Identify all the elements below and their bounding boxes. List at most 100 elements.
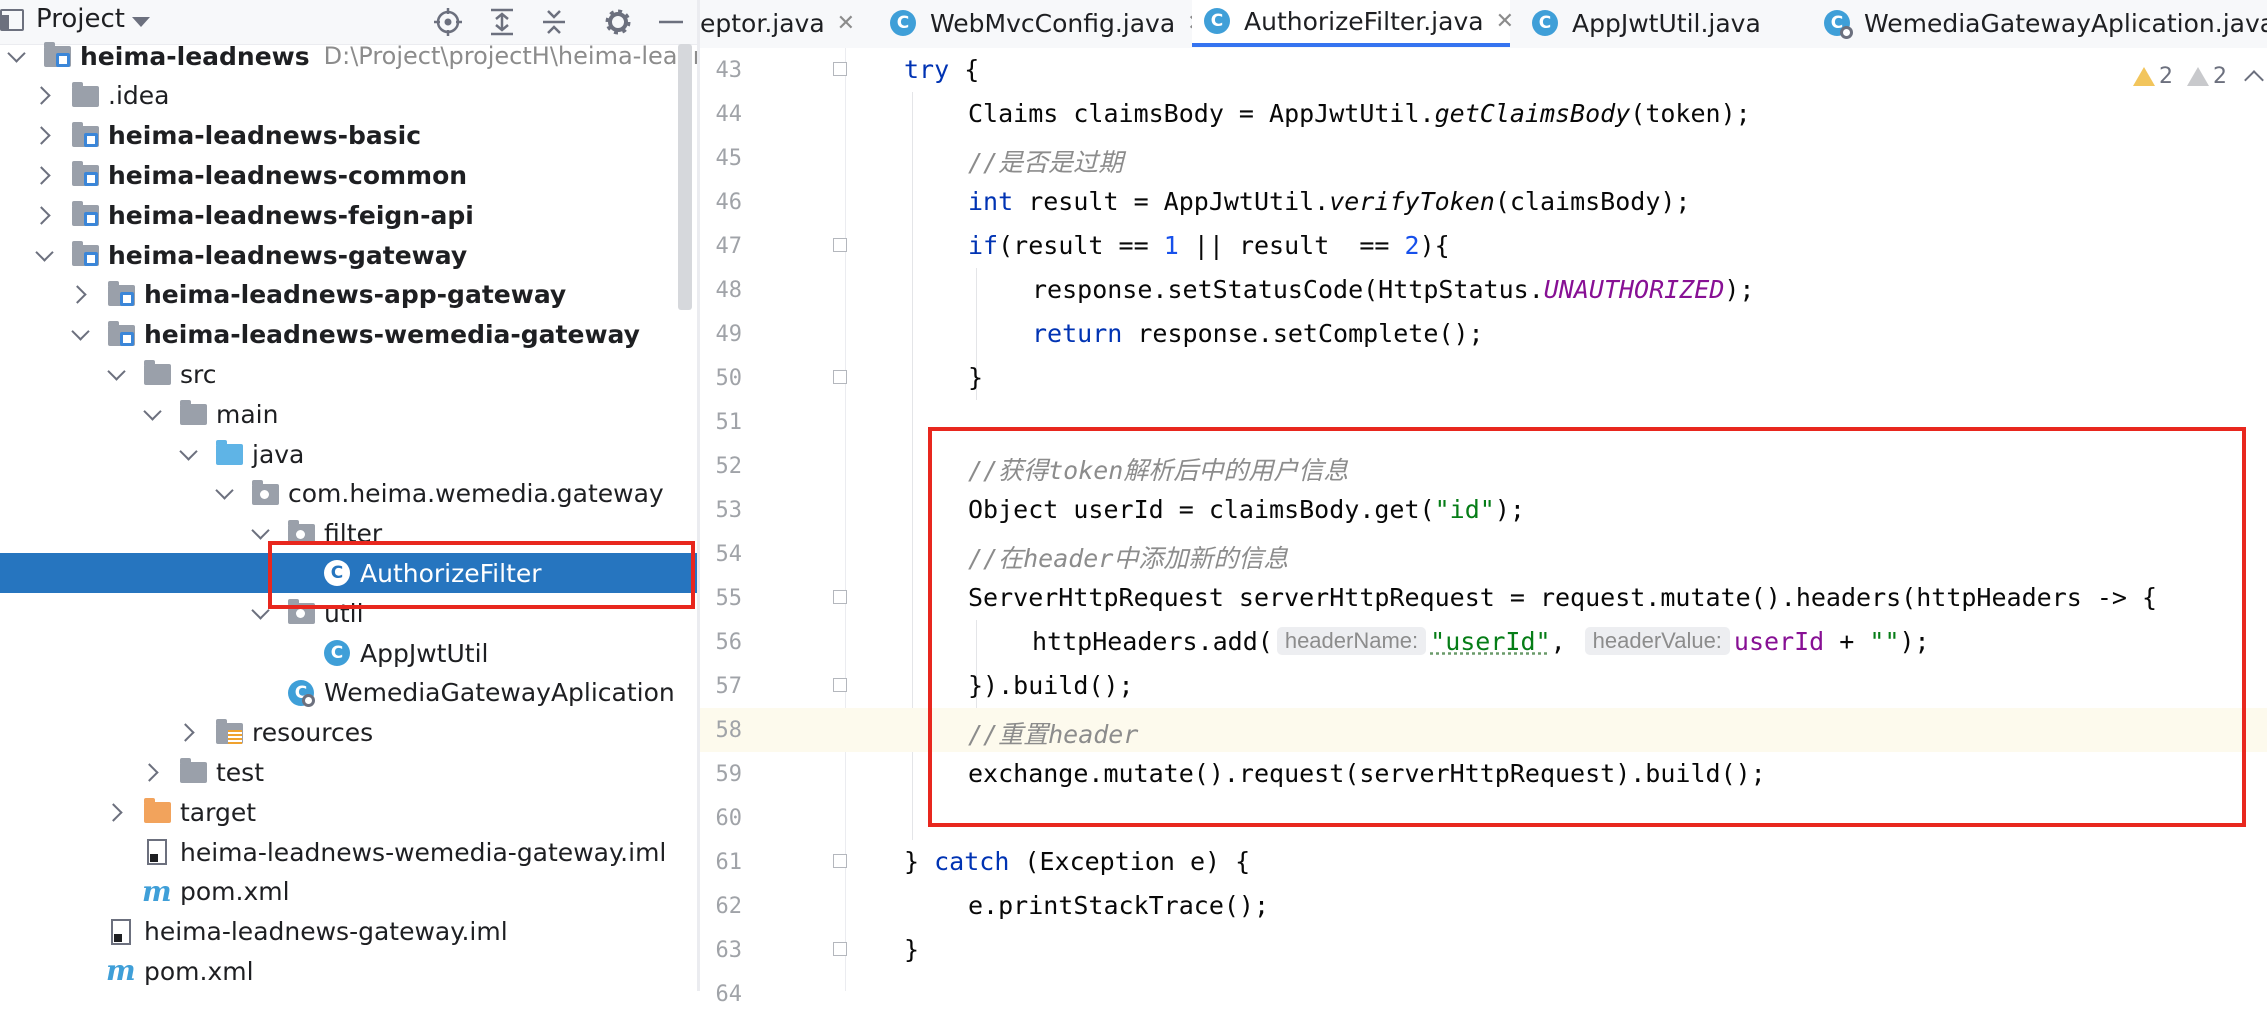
editor-tab[interactable]: C AuthorizeFilter.java ✕ bbox=[1192, 0, 1514, 47]
line-number[interactable]: 45 bbox=[700, 146, 743, 171]
line-number[interactable]: 53 bbox=[700, 498, 743, 523]
line-number[interactable]: 46 bbox=[700, 190, 743, 215]
line-number[interactable]: 50 bbox=[700, 366, 743, 391]
code-line[interactable]: 50} bbox=[700, 356, 2267, 400]
tree-node[interactable]: C WemediaGatewayAplication bbox=[0, 673, 697, 713]
fold-marker-icon[interactable] bbox=[833, 590, 847, 604]
code-line[interactable]: 56 httpHeaders.add(headerName: "userId", h… bbox=[700, 620, 2267, 664]
tree-node[interactable]: test bbox=[0, 752, 697, 792]
line-number[interactable]: 62 bbox=[700, 894, 743, 919]
code-editor[interactable]: 43 try {44 Claims claimsBody = AppJwtUtil.… bbox=[700, 48, 2267, 1007]
editor-tab[interactable]: C AppJwtUtil.java bbox=[1520, 0, 1802, 47]
line-number[interactable]: 56 bbox=[700, 630, 743, 655]
tree-node[interactable]: heima-leadnews-gateway bbox=[0, 235, 697, 275]
code-line[interactable]: 43 try { bbox=[700, 48, 2267, 92]
warnings-indicator[interactable]: 2 bbox=[2133, 64, 2173, 89]
code-line[interactable]: 59 exchange.mutate().request(serverHttpRe… bbox=[700, 752, 2267, 796]
line-number[interactable]: 64 bbox=[700, 982, 743, 1007]
tree-node[interactable]: heima-leadnews-wemedia-gateway.iml bbox=[0, 832, 697, 872]
editor-tab[interactable]: C WemediaGatewayAplication.java bbox=[1812, 0, 2267, 47]
tree-node[interactable]: heima-leadnews-wemedia-gateway bbox=[0, 315, 697, 355]
project-panel-title[interactable]: Project bbox=[36, 4, 125, 34]
chevron-right-icon[interactable] bbox=[68, 275, 92, 315]
chevron-down-icon[interactable] bbox=[176, 434, 200, 474]
line-number[interactable]: 54 bbox=[700, 542, 743, 567]
code-line[interactable]: 60 bbox=[700, 796, 2267, 840]
gear-icon[interactable] bbox=[602, 6, 634, 38]
editor-tab[interactable]: CWebMvcConfig.java✕ bbox=[878, 0, 1206, 47]
tree-node[interactable]: heima-leadnews-gateway.iml bbox=[0, 912, 697, 952]
tree-node[interactable]: util bbox=[0, 593, 697, 633]
chevron-right-icon[interactable] bbox=[32, 116, 56, 156]
close-icon[interactable]: ✕ bbox=[837, 11, 855, 36]
tree-node[interactable]: main bbox=[0, 394, 697, 434]
chevron-down-icon[interactable] bbox=[248, 593, 272, 633]
tree-node[interactable]: heima-leadnews-basic bbox=[0, 116, 697, 156]
code-line[interactable]: 48 response.setStatusCode(HttpStatus.UNAU… bbox=[700, 268, 2267, 312]
fold-marker-icon[interactable] bbox=[833, 62, 847, 76]
code-line[interactable]: 61} catch (Exception e) { bbox=[700, 840, 2267, 884]
fold-marker-icon[interactable] bbox=[833, 370, 847, 384]
tree-node[interactable]: target bbox=[0, 792, 697, 832]
tree-node[interactable]: com.heima.wemedia.gateway bbox=[0, 474, 697, 514]
tree-node[interactable]: heima-leadnews-feign-api bbox=[0, 195, 697, 235]
line-number[interactable]: 60 bbox=[700, 806, 743, 831]
project-scrollbar[interactable] bbox=[678, 44, 692, 310]
code-line[interactable]: 57}).build(); bbox=[700, 664, 2267, 708]
chevron-right-icon[interactable] bbox=[176, 713, 200, 753]
line-number[interactable]: 44 bbox=[700, 102, 743, 127]
code-line[interactable]: 55 ServerHttpRequest serverHttpRequest = … bbox=[700, 576, 2267, 620]
tree-node[interactable]: C AuthorizeFilter bbox=[0, 553, 697, 594]
collapse-all-icon[interactable] bbox=[538, 6, 570, 38]
tree-node[interactable]: m pom.xml bbox=[0, 951, 697, 991]
project-view-icon[interactable] bbox=[0, 9, 24, 31]
chevron-down-icon[interactable] bbox=[4, 36, 28, 76]
line-number[interactable]: 48 bbox=[700, 278, 743, 303]
line-number[interactable]: 47 bbox=[700, 234, 743, 259]
chevron-down-icon[interactable] bbox=[248, 514, 272, 554]
line-number[interactable]: 51 bbox=[700, 410, 743, 435]
tree-node[interactable]: heima-leadnews D:\Project\projectH\heima-… bbox=[0, 36, 697, 76]
code-line[interactable]: 63} bbox=[700, 928, 2267, 972]
minimize-icon[interactable] bbox=[655, 6, 687, 38]
chevron-down-icon[interactable] bbox=[68, 315, 92, 355]
code-line[interactable]: 58 //重置header bbox=[700, 708, 2267, 752]
line-number[interactable]: 61 bbox=[700, 850, 743, 875]
locate-file-icon[interactable] bbox=[432, 6, 464, 38]
fold-marker-icon[interactable] bbox=[833, 942, 847, 956]
line-number[interactable]: 49 bbox=[700, 322, 743, 347]
tree-node[interactable]: src bbox=[0, 354, 697, 394]
code-line[interactable]: 46 int result = AppJwtUtil.verifyToken(cl… bbox=[700, 180, 2267, 224]
chevron-down-icon[interactable] bbox=[104, 354, 128, 394]
code-line[interactable]: 52 //获得token解析后中的用户信息 bbox=[700, 444, 2267, 488]
tree-node[interactable]: m pom.xml bbox=[0, 872, 697, 912]
inspection-widget[interactable]: 2 2 bbox=[2133, 60, 2267, 92]
chevron-down-icon[interactable] bbox=[212, 474, 236, 514]
tree-node[interactable]: filter bbox=[0, 514, 697, 554]
code-line[interactable]: 53 Object userId = claimsBody.get("id"); bbox=[700, 488, 2267, 532]
tree-node[interactable]: C AppJwtUtil bbox=[0, 633, 697, 673]
chevron-right-icon[interactable] bbox=[32, 76, 56, 116]
code-line[interactable]: 47 if(result == 1 || result == 2){ bbox=[700, 224, 2267, 268]
chevron-right-icon[interactable] bbox=[140, 752, 164, 792]
chevron-up-icon[interactable] bbox=[2244, 70, 2264, 90]
code-line[interactable]: 45 //是否是过期 bbox=[700, 136, 2267, 180]
chevron-right-icon[interactable] bbox=[32, 195, 56, 235]
code-line[interactable]: 62 e.printStackTrace(); bbox=[700, 884, 2267, 928]
line-number[interactable]: 52 bbox=[700, 454, 743, 479]
line-number[interactable]: 57 bbox=[700, 674, 743, 699]
fold-marker-icon[interactable] bbox=[833, 854, 847, 868]
fold-marker-icon[interactable] bbox=[833, 678, 847, 692]
tree-node[interactable]: heima-leadnews-common bbox=[0, 155, 697, 195]
code-line[interactable]: 44 Claims claimsBody = AppJwtUtil.getClai… bbox=[700, 92, 2267, 136]
chevron-down-icon[interactable] bbox=[32, 235, 56, 275]
line-number[interactable]: 58 bbox=[700, 718, 743, 743]
line-number[interactable]: 59 bbox=[700, 762, 743, 787]
close-icon[interactable]: ✕ bbox=[1496, 9, 1514, 34]
fold-marker-icon[interactable] bbox=[833, 238, 847, 252]
editor-tab[interactable]: eptor.java ✕ bbox=[700, 0, 870, 47]
chevron-down-icon[interactable] bbox=[140, 394, 164, 434]
line-number[interactable]: 63 bbox=[700, 938, 743, 963]
expand-all-icon[interactable] bbox=[486, 6, 518, 38]
code-line[interactable]: 51 bbox=[700, 400, 2267, 444]
